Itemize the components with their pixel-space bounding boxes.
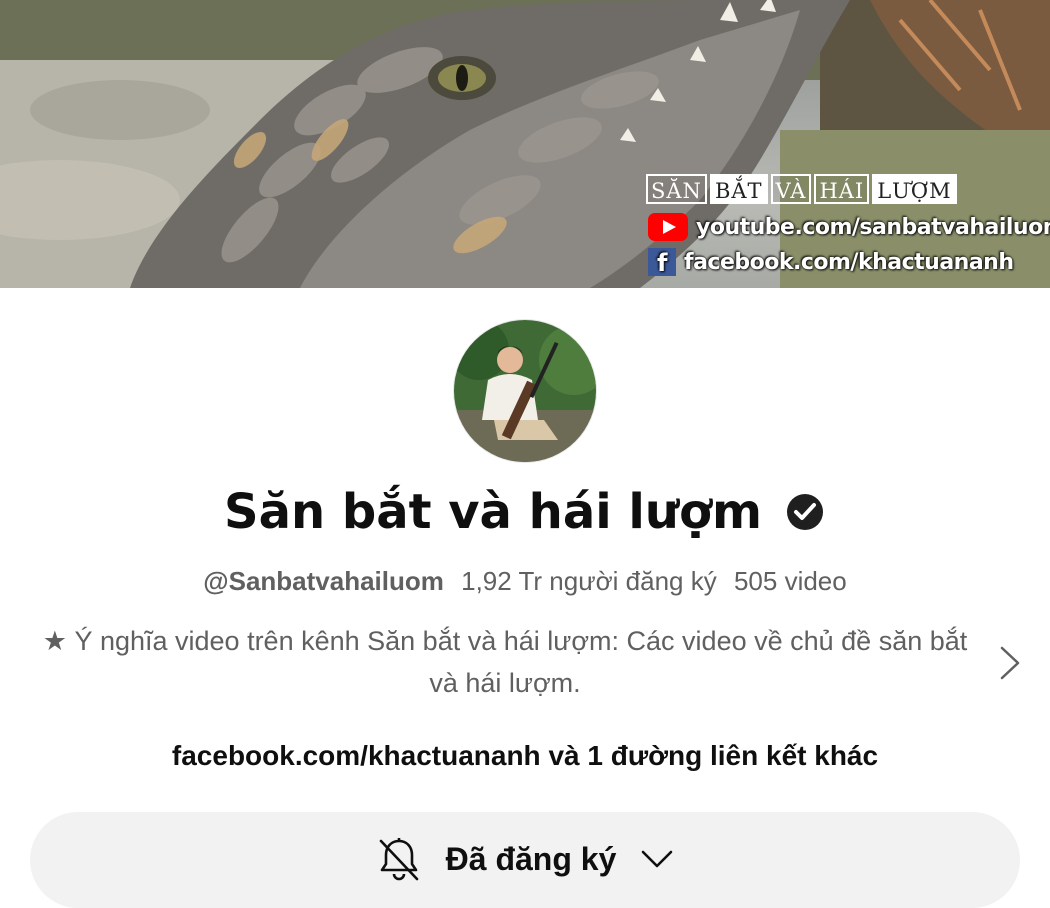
banner-brand-title: SĂN BẮT VÀ HÁI LƯỢM — [646, 174, 960, 204]
video-count: 505 video — [733, 566, 847, 596]
channel-banner: SĂN BẮT VÀ HÁI LƯỢM youtube.com/sanbatva… — [0, 0, 1050, 288]
subscribed-button[interactable]: Đã đăng ký — [30, 812, 1020, 908]
brand-word-5: LƯỢM — [872, 174, 957, 204]
subscribed-label: Đã đăng ký — [445, 841, 617, 877]
channel-description[interactable]: ★ Ý nghĩa video trên kênh Săn bắt và hái… — [30, 620, 980, 704]
banner-facebook-text: facebook.com/khactuananh — [684, 249, 1014, 275]
bell-off-icon — [379, 838, 418, 881]
channel-avatar[interactable] — [454, 320, 596, 462]
youtube-icon — [648, 213, 688, 241]
verified-check-icon — [786, 494, 823, 530]
channel-name: Săn bắt và hái lượm — [224, 484, 762, 540]
banner-youtube-text: youtube.com/sanbatvahailuom — [696, 214, 1050, 240]
channel-title-row: Săn bắt và hái lượm — [0, 484, 1050, 540]
chevron-down-icon — [642, 850, 673, 868]
facebook-icon: f — [648, 248, 676, 277]
banner-facebook-line: f facebook.com/khactuananh — [648, 248, 1014, 277]
banner-crocodile-image — [0, 0, 1050, 288]
brand-word-2: BẮT — [709, 174, 768, 204]
subscriber-count: 1,92 Tr người đăng ký — [461, 566, 717, 596]
channel-links[interactable]: facebook.com/khactuananh và 1 đường liên… — [0, 740, 1050, 772]
banner-youtube-line: youtube.com/sanbatvahailuom — [648, 213, 1050, 241]
chevron-right-icon[interactable] — [996, 645, 1024, 681]
channel-meta: @Sanbatvahailuom 1,92 Tr người đăng ký 5… — [0, 566, 1050, 597]
brand-word-3: VÀ — [770, 174, 812, 204]
avatar-image — [454, 320, 596, 462]
brand-word-4: HÁI — [814, 174, 870, 204]
channel-handle: @Sanbatvahailuom — [203, 566, 444, 596]
brand-word-1: SĂN — [646, 174, 707, 204]
